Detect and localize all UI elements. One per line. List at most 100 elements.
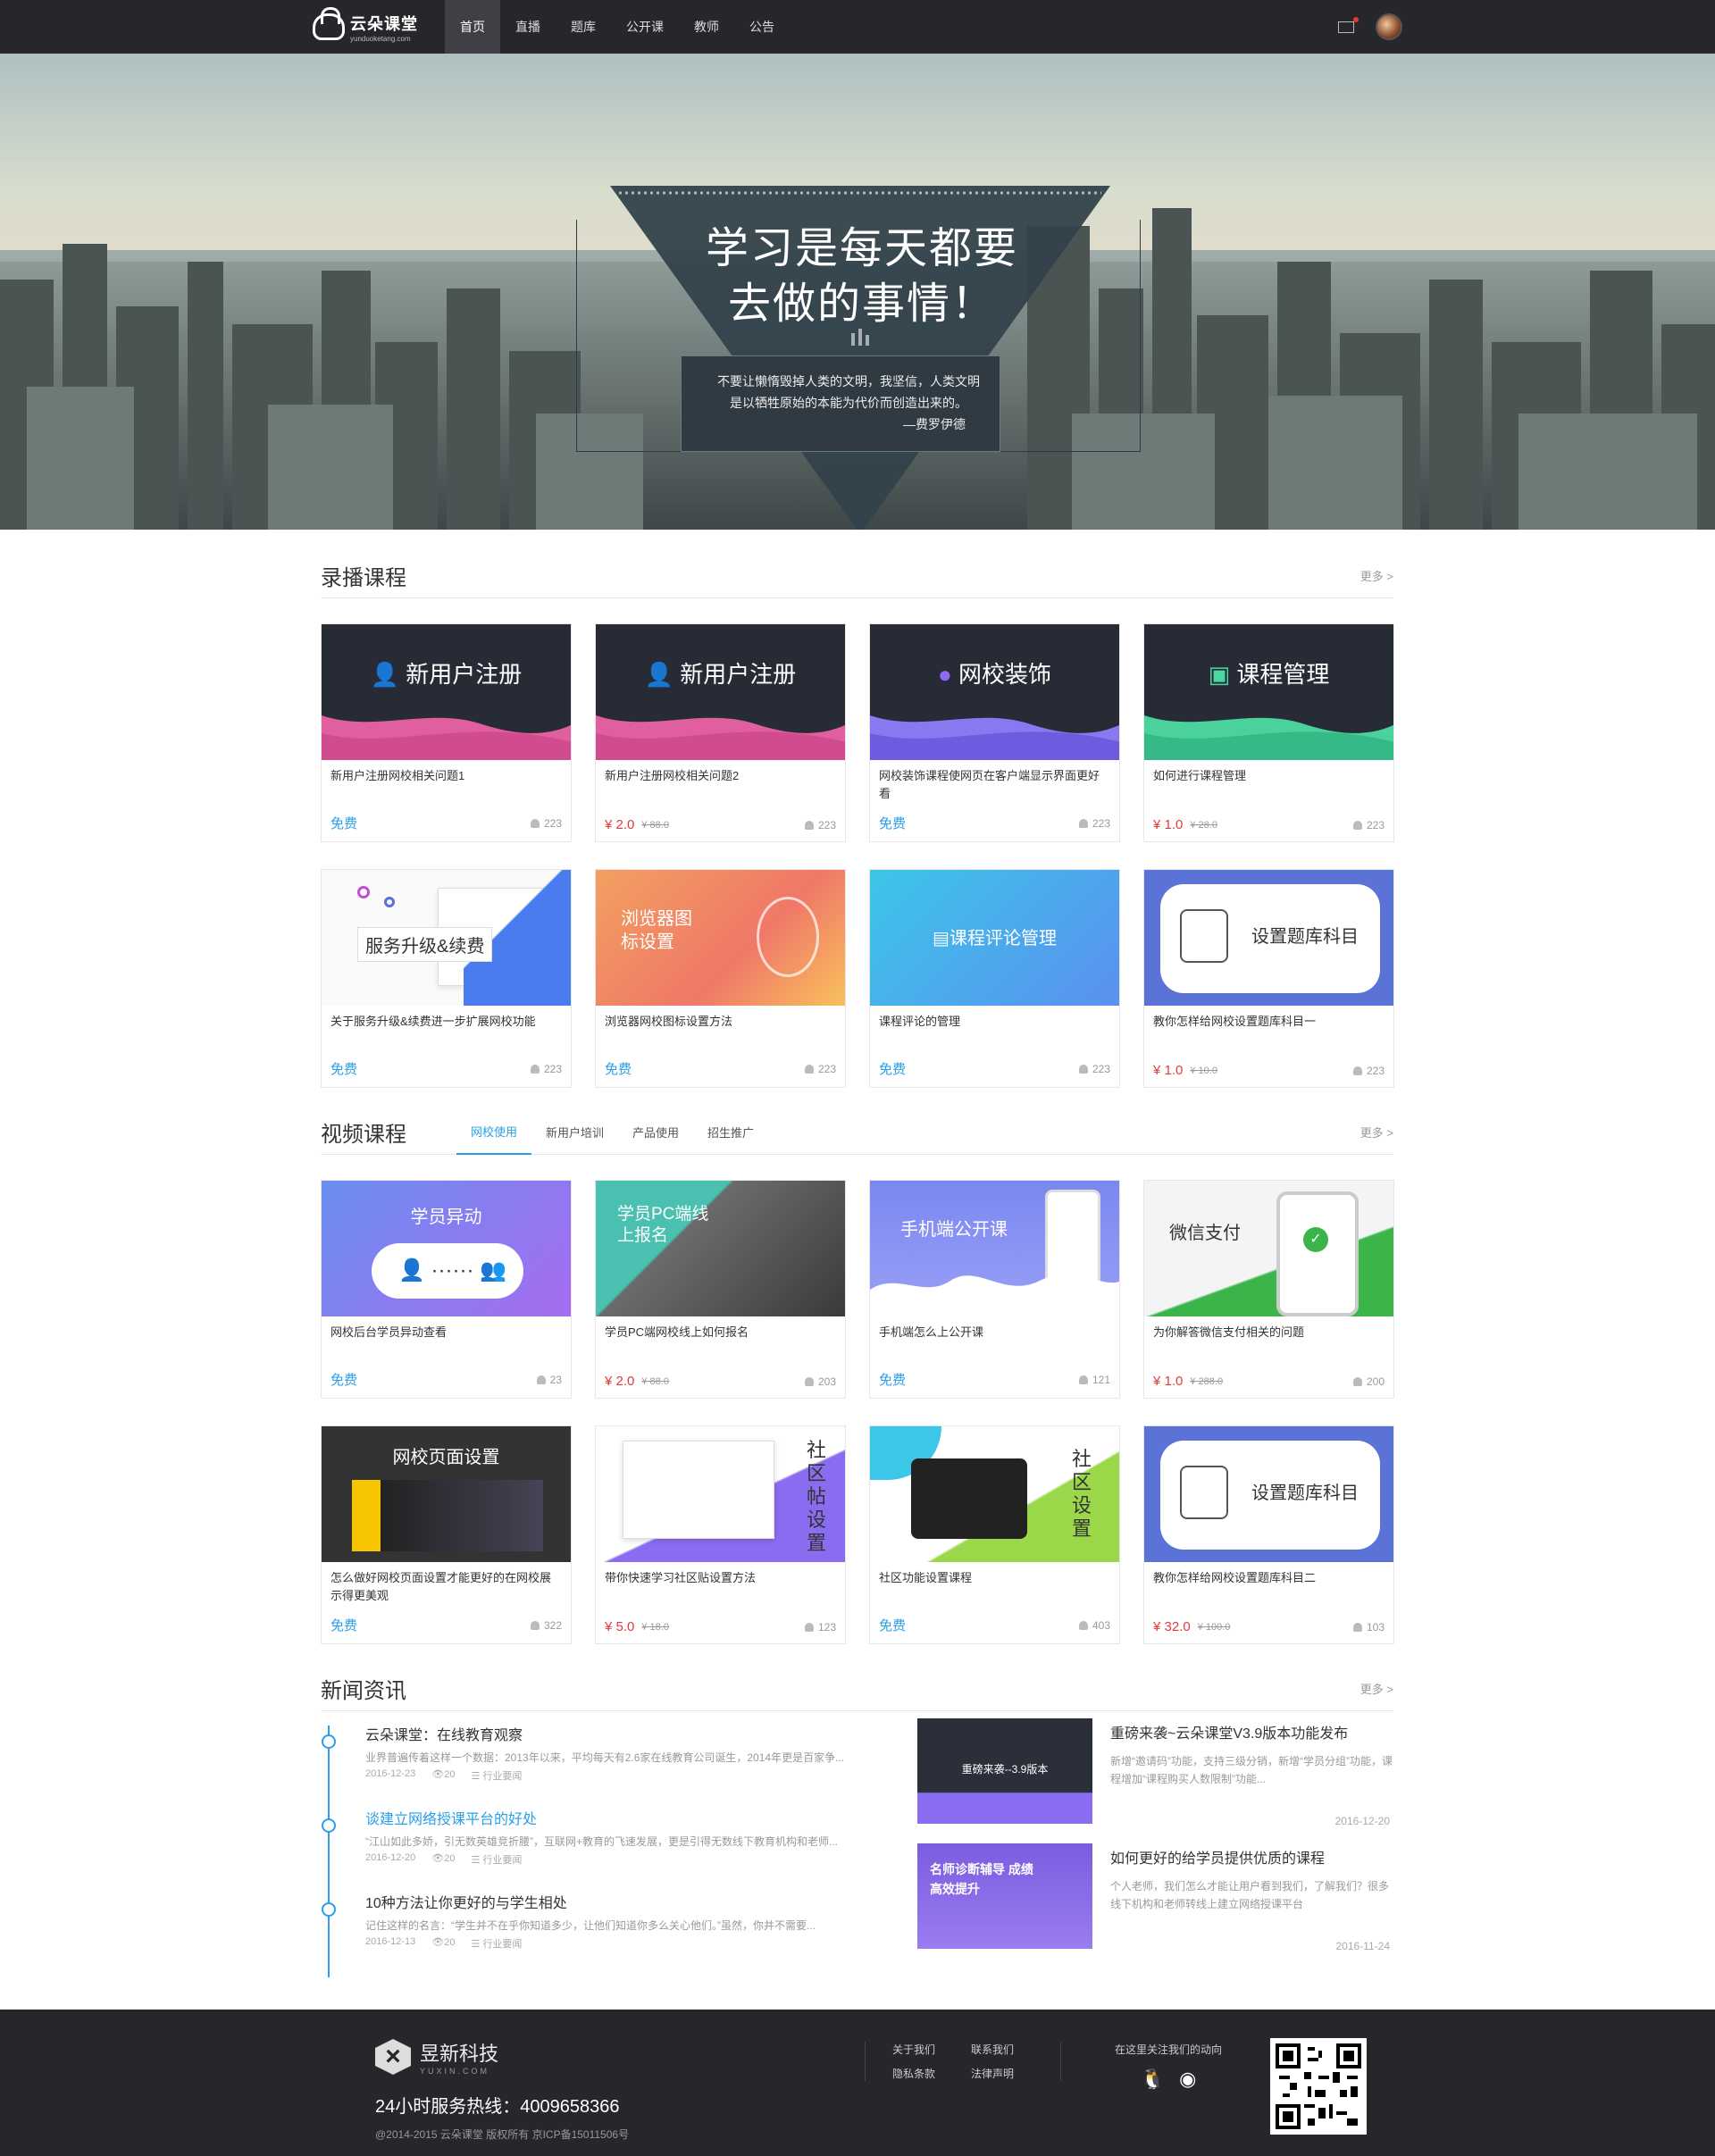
student-count: 121 (1078, 1374, 1110, 1386)
hero-title: 学习是每天都要 去做的事情！ (705, 225, 1018, 328)
course-title: 带你快速学习社区贴设置方法 (605, 1571, 757, 1584)
tab-enrollment[interactable]: 招生推广 (693, 1110, 768, 1155)
tab-school-use[interactable]: 网校使用 (456, 1110, 532, 1155)
original-price: ¥ 88.0 (641, 819, 669, 831)
featured-news-item[interactable]: 重磅来袭--3.9版本 重磅来袭~云朵课堂V3.9版本功能发布 新增“邀请码”功… (917, 1718, 1393, 1833)
screen-mockup (623, 1441, 774, 1539)
course-card[interactable]: 服务升级&续费 关于服务升级&续费进一步扩展网校功能 免费 223 (321, 869, 572, 1088)
course-card[interactable]: 社区设置 社区功能设置课程 免费 403 (869, 1425, 1120, 1644)
qr-code (1270, 2038, 1367, 2135)
nav-home[interactable]: 首页 (445, 0, 500, 54)
user-avatar[interactable] (1376, 13, 1402, 40)
nav-teachers[interactable]: 教师 (679, 0, 734, 54)
tab-new-user-training[interactable]: 新用户培训 (531, 1110, 618, 1155)
weibo-icon[interactable]: ◉ (1179, 2068, 1196, 2091)
course-card[interactable]: 设置题库科目 教你怎样给网校设置题库科目一 ¥ 1.0 ¥ 10.0 223 (1143, 869, 1394, 1088)
course-card[interactable]: 👤 新用户注册 新用户注册网校相关问题2 ¥ 2.0 ¥ 88.0 223 (595, 623, 846, 842)
mail-icon[interactable] (1338, 16, 1359, 33)
news-title: 重磅来袭~云朵课堂V3.9版本功能发布 (1110, 1726, 1349, 1742)
course-card[interactable]: 学员异动 👤 ······ 👥 网校后台学员异动查看 免费 23 (321, 1180, 572, 1399)
student-count: 223 (530, 817, 562, 830)
course-card[interactable]: 手机端公开课 手机端怎么上公开课 免费 121 (869, 1180, 1120, 1399)
nav-question-bank[interactable]: 题库 (556, 0, 611, 54)
news-item[interactable]: 谈建立网络授课平台的好处 “江山如此多娇，引无数英雄竞折腰”，互联网+教育的飞速… (321, 1809, 857, 1893)
student-count: 223 (1078, 1063, 1110, 1075)
free-label: 免费 (879, 816, 907, 831)
teacher-illustration (1180, 1466, 1228, 1519)
cloud-logo-icon (313, 7, 345, 40)
course-card[interactable]: 微信支付 ✓ 为你解答微信支付相关的问题 ¥ 1.0 ¥ 288.0 200 (1143, 1180, 1394, 1399)
student-count: 223 (530, 1063, 562, 1075)
course-card[interactable]: ● 网校装饰 网校装饰课程使网页在客户端显示界面更好看 免费 223 (869, 623, 1120, 842)
yuxin-logo-icon (375, 2039, 411, 2075)
user-icon (804, 1376, 814, 1386)
free-label: 免费 (879, 1062, 907, 1077)
eye-icon: 👁 (431, 1769, 445, 1780)
user-icon (804, 820, 814, 830)
more-link[interactable]: 更多 > (1360, 1680, 1393, 1697)
news-item[interactable]: 10种方法让你更好的与学生相处 记住这样的名言：“学生并不在乎你知道多少，让他们… (321, 1893, 857, 1977)
tab-product-use[interactable]: 产品使用 (618, 1110, 693, 1155)
main-nav: 首页 直播 题库 公开课 教师 公告 (445, 0, 790, 54)
featured-news-item[interactable]: 名师诊断辅导 成绩高效提升 如何更好的给学员提供优质的课程 个人老师，我们怎么才… (917, 1843, 1393, 1958)
price: ¥ 2.0 (605, 1374, 635, 1389)
student-count: 223 (804, 1063, 836, 1075)
course-thumbnail: 👤 新用户注册 (322, 624, 571, 760)
course-title: 如何进行课程管理 (1153, 769, 1247, 782)
copyright: @2014-2015 云朵课堂 版权所有 京ICP备15011506号 (375, 2128, 630, 2141)
link-about[interactable]: 关于我们 (892, 2042, 971, 2057)
price: ¥ 1.0 (1153, 817, 1184, 832)
course-thumbnail: 学员PC端线上报名 (596, 1181, 845, 1316)
course-card[interactable]: ▣ 课程管理 如何进行课程管理 ¥ 1.0 ¥ 28.0 223 (1143, 623, 1394, 842)
drop-icon: ● (938, 661, 952, 688)
comment-icon: ▤ (933, 929, 950, 948)
course-thumbnail: ● 网校装饰 (870, 624, 1119, 760)
link-privacy[interactable]: 隐私条款 (892, 2066, 971, 2081)
course-card[interactable]: 网校页面设置 怎么做好网校页面设置才能更好的在网校展示得更美观 免费 322 (321, 1425, 572, 1644)
timeline-dot (322, 1818, 336, 1833)
hero-quote: 不要让懒惰毁掉人类的文明，我坚信，人类文明 是以牺牲原始的本能为代价而创造出来的… (681, 355, 1000, 452)
nav-announcements[interactable]: 公告 (734, 0, 790, 54)
course-thumbnail: 手机端公开课 (870, 1181, 1119, 1316)
course-card[interactable]: 社区帖设置 带你快速学习社区贴设置方法 ¥ 5.0 ¥ 18.0 123 (595, 1425, 846, 1644)
user-icon: 👤 (644, 661, 674, 688)
original-price: ¥ 88.0 (641, 1375, 669, 1387)
link-contact[interactable]: 联系我们 (971, 2042, 1033, 2057)
timeline-dot (322, 1902, 336, 1917)
course-card[interactable]: 浏览器图标设置 浏览器网校图标设置方法 免费 223 (595, 869, 846, 1088)
news-section: 新闻资讯 更多 > 云朵课堂：在线教育观察 业界普遍传着这样一个数据：2013年… (321, 1667, 1393, 1988)
nav-open-class[interactable]: 公开课 (611, 0, 679, 54)
course-card[interactable]: 👤 新用户注册 新用户注册网校相关问题1 免费 223 (321, 623, 572, 842)
course-card[interactable]: 设置题库科目 教你怎样给网校设置题库科目二 ¥ 32.0 ¥ 100.0 103 (1143, 1425, 1394, 1644)
news-item[interactable]: 云朵课堂：在线教育观察 业界普遍传着这样一个数据：2013年以来，平均每天有2.… (321, 1726, 857, 1809)
phone-mockup (1276, 1191, 1359, 1316)
user-icon (1078, 1375, 1088, 1384)
site-logo[interactable]: 云朵课堂 yunduoketang.com (313, 7, 438, 43)
user-icon (804, 1064, 814, 1074)
more-link[interactable]: 更多 > (1360, 1124, 1393, 1141)
free-label: 免费 (879, 1373, 907, 1388)
free-label: 免费 (330, 1618, 358, 1634)
timeline-dot (322, 1734, 336, 1749)
student-count: 103 (1352, 1621, 1385, 1634)
more-link[interactable]: 更多 > (1360, 567, 1393, 584)
course-title: 课程评论的管理 (879, 1015, 961, 1028)
student-count: 223 (804, 819, 836, 831)
student-count: 23 (536, 1374, 562, 1386)
course-thumbnail: 社区设置 (870, 1426, 1119, 1562)
course-title: 浏览器网校图标设置方法 (605, 1015, 733, 1028)
student-count: 223 (1352, 1065, 1385, 1077)
course-title: 为你解答微信支付相关的问题 (1153, 1325, 1305, 1339)
free-label: 免费 (330, 1062, 358, 1077)
course-card[interactable]: 学员PC端线上报名 学员PC端网校线上如何报名 ¥ 2.0 ¥ 88.0 203 (595, 1180, 846, 1399)
section-title: 录播课程 (321, 566, 406, 590)
footer-links: 关于我们 联系我们 隐私条款 法律声明 (865, 2042, 1061, 2081)
user-icon (530, 818, 540, 828)
link-legal[interactable]: 法律声明 (971, 2066, 1033, 2081)
price: ¥ 1.0 (1153, 1063, 1184, 1078)
course-title: 关于服务升级&续费进一步扩展网校功能 (330, 1015, 536, 1028)
course-card[interactable]: ▤课程评论管理 课程评论的管理 免费 223 (869, 869, 1120, 1088)
course-thumbnail: 设置题库科目 (1144, 1426, 1393, 1562)
nav-live[interactable]: 直播 (500, 0, 556, 54)
qq-icon[interactable]: 🐧 (1141, 2068, 1165, 2091)
